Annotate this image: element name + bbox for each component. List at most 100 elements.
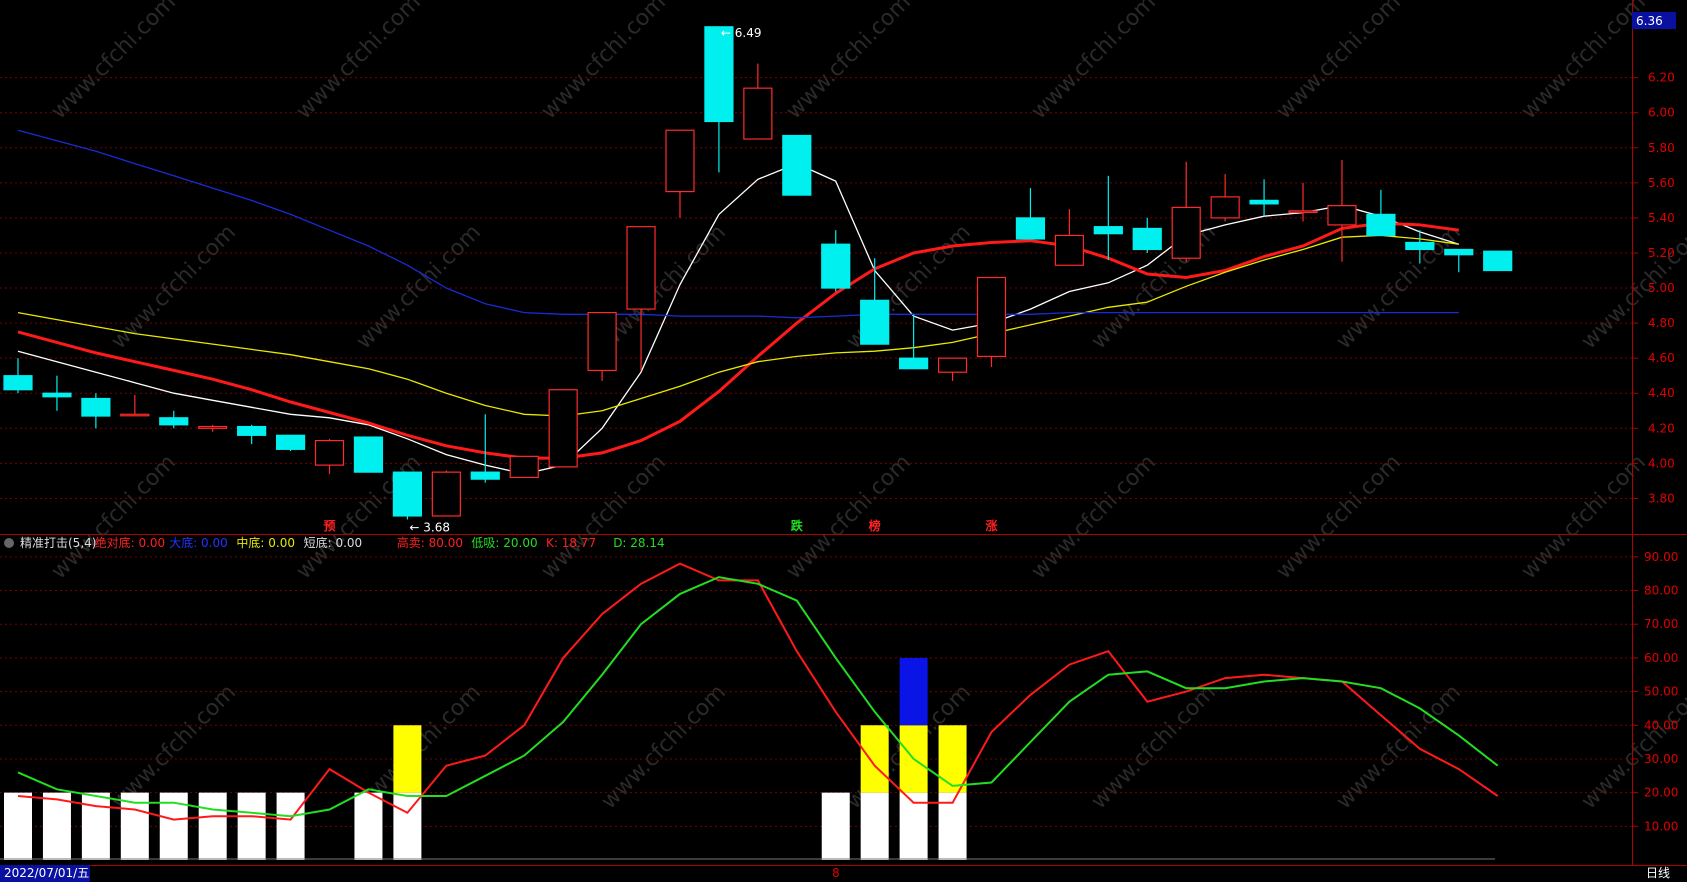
candle-body xyxy=(821,243,851,289)
short-bottom-bar xyxy=(42,792,71,860)
candle-body xyxy=(1483,250,1513,272)
candle-body xyxy=(198,425,228,429)
mid-bottom-bar xyxy=(938,725,967,793)
legend-item: K: 18.77 xyxy=(546,536,596,550)
watermark-text: www.cfchi.com xyxy=(1332,680,1466,814)
main-y-tick-label: 4.20 xyxy=(1648,421,1675,435)
panel-frames xyxy=(0,0,1687,882)
candle-body xyxy=(587,311,617,372)
watermark-text: www.cfchi.com xyxy=(47,450,181,584)
indicator-y-tick-label: 80.00 xyxy=(1644,584,1678,598)
indicator-y-tick-label: 60.00 xyxy=(1644,651,1678,665)
main-y-tick-label: 6.00 xyxy=(1648,106,1675,120)
short-bottom-bar xyxy=(237,792,266,860)
watermark-layer: www.cfchi.com www.cfchi.com www.cfchi.com w… xyxy=(47,0,1687,814)
legend-item: D: 28.14 xyxy=(613,536,664,550)
main-y-tick-label: 4.00 xyxy=(1648,456,1675,470)
watermark-text: www.cfchi.com xyxy=(782,450,916,584)
watermark-text: www.cfchi.com xyxy=(597,680,731,814)
watermark-text: www.cfchi.com xyxy=(292,0,426,124)
watermark-text: www.cfchi.com xyxy=(1027,0,1161,124)
watermark-text: www.cfchi.com xyxy=(782,0,916,124)
candle-body xyxy=(1093,226,1123,235)
stock-chart: www.cfchi.com www.cfchi.com www.cfchi.com w… xyxy=(0,0,1687,882)
mid-bottom-bar xyxy=(860,725,889,793)
candle-body xyxy=(81,397,111,417)
candle-body xyxy=(665,129,695,193)
max-price-label: ← 6.49 xyxy=(721,26,762,40)
candle-body xyxy=(937,357,968,373)
indicator-y-tick-label: 20.00 xyxy=(1644,786,1678,800)
legend-item: 精准打击(5,4) xyxy=(20,536,96,550)
watermark-text: www.cfchi.com xyxy=(1272,450,1406,584)
candle-body xyxy=(1327,205,1357,226)
candle-body xyxy=(470,471,500,480)
candle-body xyxy=(743,87,773,140)
ma-line xyxy=(17,162,1459,475)
signal-marker: 榜 xyxy=(869,518,881,533)
candle-body xyxy=(1132,227,1162,251)
legend-toggle-icon xyxy=(4,538,14,548)
watermark-text: www.cfchi.com xyxy=(597,220,731,354)
short-bottom-bar xyxy=(276,792,305,860)
legend-item: 短底: 0.00 xyxy=(304,535,363,550)
short-bottom-bar xyxy=(198,792,227,860)
candle-body xyxy=(704,26,734,123)
watermark-text: www.cfchi.com xyxy=(1027,450,1161,584)
candle-body xyxy=(1249,199,1279,205)
candle-body xyxy=(1054,234,1084,266)
ma-line xyxy=(17,234,1459,417)
legend-item: 高卖: 80.00 xyxy=(397,535,463,550)
candle-body xyxy=(1405,241,1435,251)
watermark-text: www.cfchi.com xyxy=(352,220,486,354)
signal-marker: 涨 xyxy=(986,518,998,533)
date-label: 2022/07/01/五 xyxy=(4,866,89,880)
main-y-tick-label: 4.60 xyxy=(1648,351,1675,365)
indicator-y-tick-label: 30.00 xyxy=(1644,752,1678,766)
indicator-y-tick-label: 90.00 xyxy=(1644,550,1678,564)
candle-body xyxy=(626,226,656,310)
candle-body xyxy=(1210,196,1240,219)
ma-line xyxy=(17,221,1460,460)
watermark-text: www.cfchi.com xyxy=(1517,0,1651,124)
signal-marker: 预 xyxy=(324,519,336,533)
top-value-label: 6.36 xyxy=(1636,14,1663,28)
main-y-tick-label: 4.40 xyxy=(1648,386,1675,400)
min-price-label: ← 3.68 xyxy=(409,520,450,534)
candle-body xyxy=(431,471,461,517)
candle-body xyxy=(159,417,189,426)
main-y-tick-label: 5.40 xyxy=(1648,211,1675,225)
legend-item: 大底: 0.00 xyxy=(169,535,228,550)
d-line xyxy=(17,576,1499,818)
candle-body xyxy=(782,134,812,196)
mid-bottom-bar xyxy=(393,725,422,793)
short-bottom-bar xyxy=(393,792,422,860)
candle-body xyxy=(42,392,72,398)
legend-item: 中底: 0.00 xyxy=(236,535,295,550)
main-y-tick-label: 4.80 xyxy=(1648,316,1675,330)
candle-body xyxy=(1444,248,1474,256)
main-y-tick-label: 5.60 xyxy=(1648,176,1675,190)
candle-body xyxy=(899,357,929,370)
main-y-tick-label: 5.00 xyxy=(1648,281,1675,295)
short-bottom-bar xyxy=(354,792,383,860)
signal-marker: 跌 xyxy=(791,518,804,533)
watermark-text: www.cfchi.com xyxy=(1272,0,1406,124)
candle-body xyxy=(275,434,306,450)
candle-body xyxy=(237,425,267,436)
candle-body xyxy=(1015,217,1046,240)
period-label[interactable]: 日线 xyxy=(1646,866,1670,880)
candle-body xyxy=(509,455,539,478)
watermark-text: www.cfchi.com xyxy=(537,450,671,584)
short-bottom-bar xyxy=(821,792,850,860)
watermark-text: www.cfchi.com xyxy=(537,0,671,124)
indicator-y-tick-label: 10.00 xyxy=(1644,819,1678,833)
big-bottom-bar xyxy=(899,657,928,726)
candle-body xyxy=(120,413,150,417)
candle-body xyxy=(860,299,890,345)
axis-marker: 8 xyxy=(832,866,840,880)
main-y-tick-label: 5.20 xyxy=(1648,246,1675,260)
candle-body xyxy=(1366,213,1396,237)
candle-body xyxy=(392,471,422,517)
short-bottom-bar xyxy=(860,792,889,860)
